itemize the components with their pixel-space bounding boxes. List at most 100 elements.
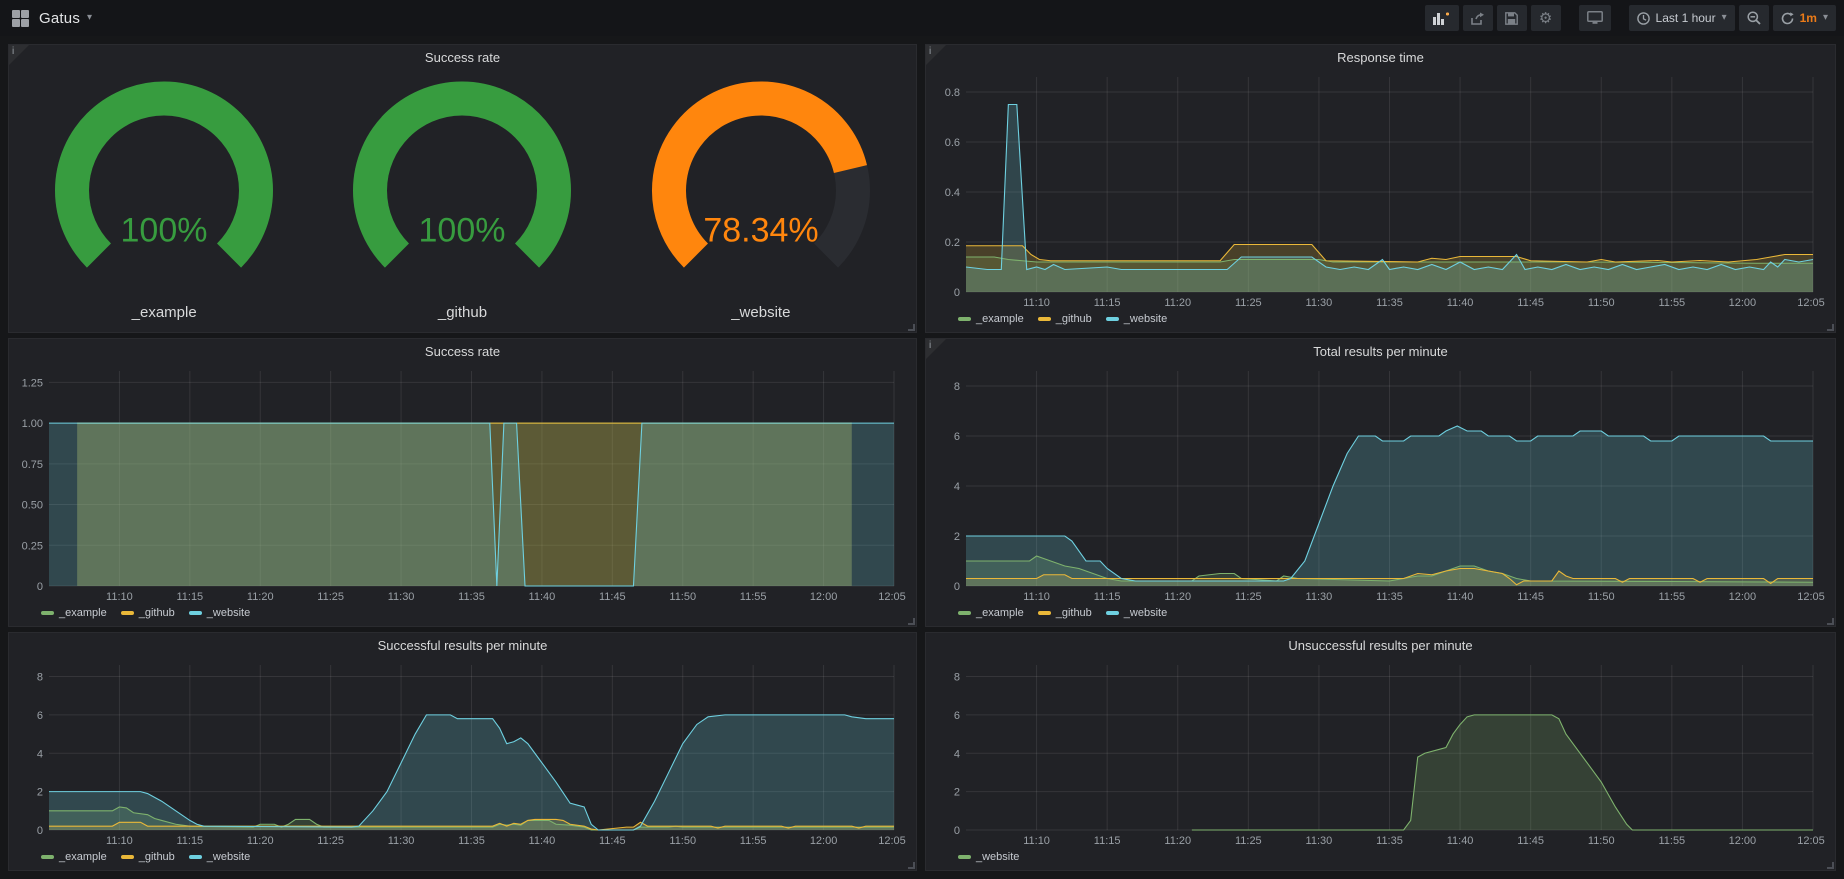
svg-text:11:15: 11:15 <box>1094 835 1121 847</box>
legend-swatch <box>958 317 971 321</box>
svg-text:11:45: 11:45 <box>1517 591 1544 603</box>
legend-item-_example[interactable]: _example <box>41 607 107 619</box>
panel-title[interactable]: Success rate <box>15 339 910 365</box>
svg-text:0.2: 0.2 <box>945 237 960 249</box>
panel-resize-handle[interactable] <box>1827 862 1834 869</box>
svg-text:12:00: 12:00 <box>1729 297 1757 309</box>
svg-text:12:05: 12:05 <box>878 591 906 603</box>
panel-resize-handle[interactable] <box>908 862 915 869</box>
panel-resize-handle[interactable] <box>1827 324 1834 331</box>
svg-text:12:05: 12:05 <box>1797 297 1825 309</box>
svg-text:11:50: 11:50 <box>1588 297 1615 309</box>
chart-unsuccessful-results[interactable]: 0246811:1011:1511:2011:2511:3011:3511:40… <box>932 659 1829 848</box>
svg-text:11:40: 11:40 <box>529 591 556 603</box>
gauge-_example: 100% _example <box>15 71 313 328</box>
share-button[interactable] <box>1463 5 1493 31</box>
zoom-out-button[interactable] <box>1739 5 1769 31</box>
save-icon <box>1505 12 1518 25</box>
add-panel-button[interactable] <box>1425 5 1459 31</box>
legend-label: _github <box>1056 607 1092 619</box>
svg-text:11:10: 11:10 <box>1023 297 1050 309</box>
panel-title[interactable]: Successful results per minute <box>15 633 910 659</box>
panel-resize-handle[interactable] <box>908 324 915 331</box>
legend-item-_website[interactable]: _website <box>1106 313 1167 325</box>
chart-success-rate[interactable]: 00.250.500.751.001.2511:1011:1511:2011:2… <box>15 365 910 604</box>
gauge-arc: 100% <box>39 71 289 304</box>
svg-text:11:55: 11:55 <box>1658 591 1685 603</box>
save-button[interactable] <box>1497 5 1527 31</box>
panel-success-rate-gauges: i Success rate 100% _example 100% _githu… <box>8 44 917 333</box>
legend-item-_website[interactable]: _website <box>958 851 1019 863</box>
legend-swatch <box>1038 317 1051 321</box>
panel-title[interactable]: Response time <box>932 45 1829 71</box>
svg-text:12:00: 12:00 <box>810 591 838 603</box>
svg-text:11:55: 11:55 <box>740 591 767 603</box>
svg-text:0: 0 <box>37 581 43 593</box>
svg-text:11:50: 11:50 <box>1588 591 1615 603</box>
refresh-icon <box>1781 12 1794 25</box>
legend-label: _website <box>1124 607 1167 619</box>
chart-total-results[interactable]: 0246811:1011:1511:2011:2511:3011:3511:40… <box>932 365 1829 604</box>
legend-item-_example[interactable]: _example <box>41 851 107 863</box>
legend-swatch <box>121 611 134 615</box>
svg-text:11:35: 11:35 <box>458 591 485 603</box>
refresh-picker[interactable]: 1m ▾ <box>1773 5 1836 31</box>
svg-text:11:20: 11:20 <box>1164 297 1191 309</box>
gauge-row: 100% _example 100% _github 78.34% _websi… <box>15 71 910 328</box>
gauge-label: _example <box>132 304 197 326</box>
panel-resize-handle[interactable] <box>1827 618 1834 625</box>
panel-success-rate-chart: Success rate 00.250.500.751.001.2511:101… <box>8 338 917 627</box>
legend-swatch <box>1106 611 1119 615</box>
chart-successful-results[interactable]: 0246811:1011:1511:2011:2511:3011:3511:40… <box>15 659 910 848</box>
panel-info-icon[interactable]: i <box>926 339 946 359</box>
legend-item-_example[interactable]: _example <box>958 313 1024 325</box>
svg-text:0.8: 0.8 <box>945 87 960 99</box>
legend-label: _github <box>139 851 175 863</box>
legend-item-_github[interactable]: _github <box>121 851 175 863</box>
panel-total-results: i Total results per minute 0246811:1011:… <box>925 338 1836 627</box>
panel-title[interactable]: Success rate <box>15 45 910 71</box>
svg-text:11:10: 11:10 <box>106 835 133 847</box>
legend-label: _example <box>976 607 1024 619</box>
svg-text:6: 6 <box>954 431 960 443</box>
caret-down-icon: ▾ <box>1823 13 1828 23</box>
panel-title[interactable]: Unsuccessful results per minute <box>932 633 1829 659</box>
legend-swatch <box>121 855 134 859</box>
legend-item-_github[interactable]: _github <box>121 607 175 619</box>
legend-label: _website <box>207 851 250 863</box>
zoom-out-icon <box>1747 11 1761 25</box>
panel-info-icon[interactable]: i <box>926 45 946 65</box>
svg-text:2: 2 <box>954 787 960 799</box>
legend-item-_website[interactable]: _website <box>189 851 250 863</box>
legend-swatch <box>958 855 971 859</box>
caret-down-icon: ▾ <box>1722 13 1727 23</box>
svg-text:2: 2 <box>37 787 43 799</box>
cycle-view-button[interactable] <box>1579 5 1611 31</box>
chart-legend: _example _github _website <box>15 604 910 622</box>
gauge-value: 100% <box>419 212 506 250</box>
svg-text:11:45: 11:45 <box>1517 297 1544 309</box>
legend-label: _example <box>59 851 107 863</box>
legend-item-_github[interactable]: _github <box>1038 313 1092 325</box>
svg-text:11:10: 11:10 <box>106 591 133 603</box>
legend-item-_website[interactable]: _website <box>189 607 250 619</box>
dashboard-title-dropdown[interactable]: Gatus ▾ <box>39 10 92 27</box>
panel-resize-handle[interactable] <box>908 618 915 625</box>
apps-grid-icon[interactable] <box>12 10 29 27</box>
legend-swatch <box>41 611 54 615</box>
gear-icon: ⚙ <box>1539 9 1552 27</box>
legend-item-_github[interactable]: _github <box>1038 607 1092 619</box>
panel-info-icon[interactable]: i <box>9 45 29 65</box>
svg-text:11:25: 11:25 <box>1235 835 1262 847</box>
svg-text:11:30: 11:30 <box>1306 297 1333 309</box>
svg-text:11:25: 11:25 <box>1235 591 1262 603</box>
svg-text:11:25: 11:25 <box>317 835 344 847</box>
panel-title[interactable]: Total results per minute <box>932 339 1829 365</box>
svg-text:4: 4 <box>954 748 960 760</box>
svg-text:11:50: 11:50 <box>669 835 696 847</box>
time-range-picker[interactable]: Last 1 hour ▾ <box>1629 5 1735 31</box>
legend-item-_example[interactable]: _example <box>958 607 1024 619</box>
chart-response-time[interactable]: 00.20.40.60.811:1011:1511:2011:2511:3011… <box>932 71 1829 310</box>
legend-item-_website[interactable]: _website <box>1106 607 1167 619</box>
settings-button[interactable]: ⚙ <box>1531 5 1561 31</box>
